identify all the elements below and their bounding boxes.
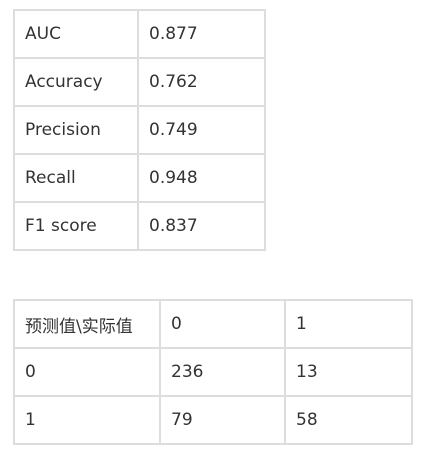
metric-label-precision: Precision: [13, 105, 139, 155]
metrics-table: AUC 0.877 Accuracy 0.762 Precision 0.749…: [13, 9, 266, 251]
header-cell-predicted-actual: 预测值\实际值: [13, 299, 161, 349]
table-row: 0 236 13: [13, 347, 413, 397]
metric-value-precision: 0.749: [137, 105, 266, 155]
header-cell-actual-1: 1: [284, 299, 413, 349]
table-cell: 13: [284, 347, 413, 397]
metric-value-f1: 0.837: [137, 201, 266, 251]
table-row: F1 score 0.837: [13, 201, 266, 251]
metric-label-accuracy: Accuracy: [13, 57, 139, 107]
table-row: AUC 0.877: [13, 9, 266, 59]
metric-label-f1: F1 score: [13, 201, 139, 251]
table-cell: 236: [159, 347, 286, 397]
table-header-row: 预测值\实际值 0 1: [13, 299, 413, 349]
table-cell: 79: [159, 395, 286, 445]
table-row: Accuracy 0.762: [13, 57, 266, 107]
metric-label-auc: AUC: [13, 9, 139, 59]
metric-label-recall: Recall: [13, 153, 139, 203]
table-cell: 58: [284, 395, 413, 445]
metric-value-auc: 0.877: [137, 9, 266, 59]
header-cell-actual-0: 0: [159, 299, 286, 349]
confusion-matrix-table: 预测值\实际值 0 1 0 236 13 1 79 58: [13, 299, 413, 445]
table-row: 1 79 58: [13, 395, 413, 445]
table-row: Precision 0.749: [13, 105, 266, 155]
metric-value-recall: 0.948: [137, 153, 266, 203]
metric-value-accuracy: 0.762: [137, 57, 266, 107]
row-label-predicted-1: 1: [13, 395, 161, 445]
row-label-predicted-0: 0: [13, 347, 161, 397]
table-row: Recall 0.948: [13, 153, 266, 203]
